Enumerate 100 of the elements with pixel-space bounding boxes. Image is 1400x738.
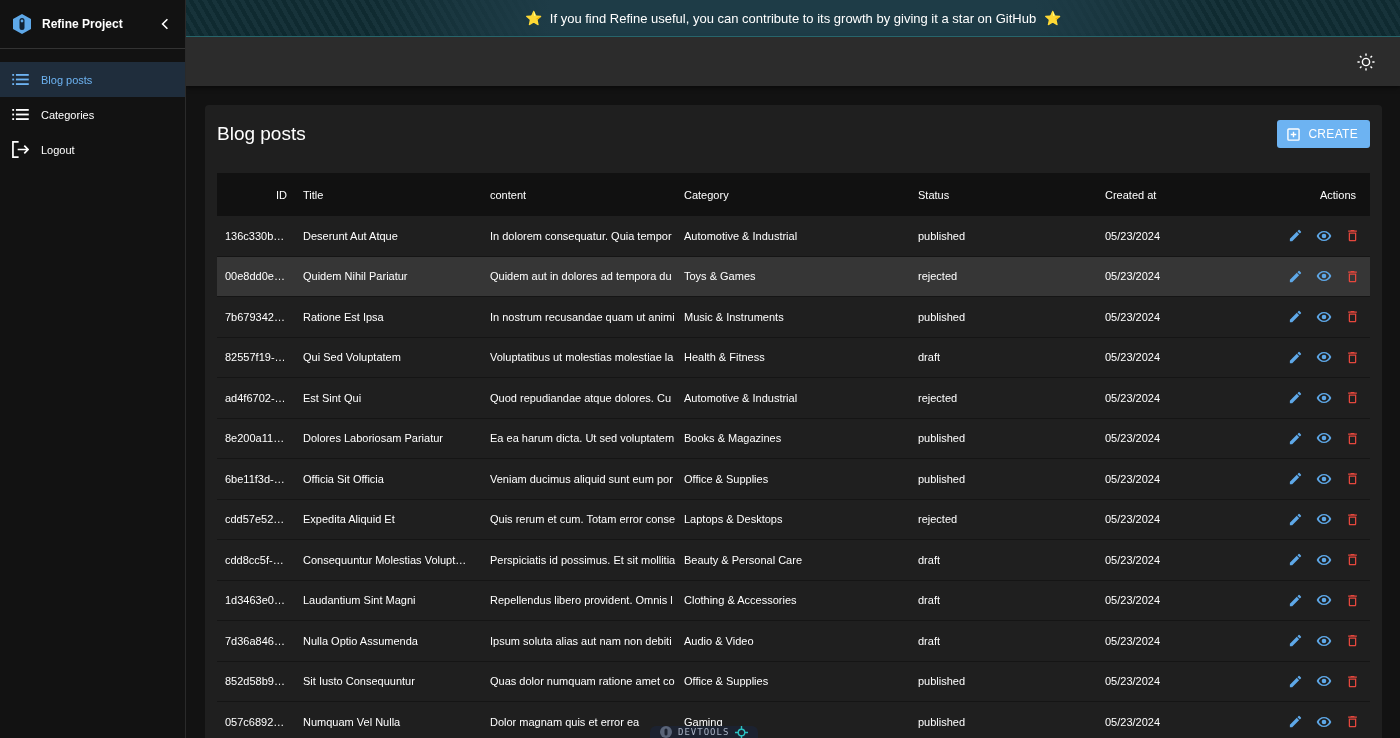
table-cell: Quas dolor numquam ratione amet co [490,675,675,688]
table-cell: Gaming [684,715,723,728]
table-cell: Health & Fitness [684,351,765,364]
edit-icon[interactable] [1288,309,1303,325]
column-header[interactable]: Actions [1260,188,1370,201]
add-icon [1287,127,1301,141]
table-cell: Quidem Nihil Pariatur [303,270,408,283]
delete-icon[interactable] [1345,552,1360,568]
star-icon: ⭐ [524,10,542,26]
edit-icon[interactable] [1288,714,1303,730]
column-header[interactable]: Status [918,188,1105,201]
edit-icon[interactable] [1288,268,1303,284]
table-cell: Expedita Aliquid Et [303,513,395,526]
devtools-button[interactable]: DEVTOOLS [650,726,759,738]
table-cell: rejected [918,270,958,283]
list-icon [12,109,29,120]
table-cell: Music & Instruments [684,310,784,323]
table-cell-text: 1d3463e0… [224,594,285,607]
delete-icon[interactable] [1345,673,1360,689]
table-cell-text: cdd57e52… [224,513,285,526]
delete-icon[interactable] [1345,714,1360,730]
table-cell-text: 7d36a846… [224,634,285,647]
table-cell: 05/23/2024 [1105,229,1161,242]
theme-toggle-icon[interactable] [1357,52,1375,71]
table-cell: Automotive & Industrial [684,391,798,404]
table-cell: rejected [918,513,958,526]
sidebar-item[interactable]: Blog posts [0,62,185,97]
star-icon: ⭐ [1044,10,1062,26]
table-cell-text: 7b679342… [224,310,285,323]
table-cell: Office & Supplies [684,472,769,485]
delete-icon[interactable] [1345,228,1360,244]
edit-icon[interactable] [1288,228,1303,244]
table-cell: Automotive & Industrial [684,229,798,242]
table-cell: published [918,229,966,242]
table-cell: Officia Sit Officia [303,472,384,485]
delete-icon[interactable] [1345,268,1360,284]
delete-icon[interactable] [1345,390,1360,406]
column-header[interactable]: Created at [1105,188,1260,201]
delete-icon[interactable] [1345,511,1360,527]
table-cell: Quis rerum et cum. Totam error conse [490,513,676,526]
table-cell: Books & Magazines [684,432,782,445]
table-cell: published [918,472,966,485]
table-cell: published [918,432,966,445]
table-cell: draft [918,634,940,647]
edit-icon[interactable] [1288,390,1303,406]
table-cell: published [918,715,966,728]
table-cell: Numquam Vel Nulla [303,715,401,728]
table-cell-text: 6be11f3d-… [224,472,285,485]
edit-icon[interactable] [1288,633,1303,649]
table-cell-text: 00e8dd0e… [224,270,285,283]
table-cell: Beauty & Personal Care [684,553,802,566]
delete-icon[interactable] [1345,349,1360,365]
table-cell: 05/23/2024 [1105,675,1161,688]
table-cell-text: 82557f19-… [224,351,286,364]
column-header[interactable]: content [490,188,684,201]
table-cell: Dolores Laboriosam Pariatur [303,432,443,445]
edit-icon[interactable] [1288,511,1303,527]
table-cell: Quidem aut in dolores ad tempora du [490,270,672,283]
table-cell: 05/23/2024 [1105,553,1161,566]
edit-icon[interactable] [1288,552,1303,568]
devtools-logo-icon [660,726,672,738]
table-cell: draft [918,351,940,364]
page-title: Blog posts [217,123,306,145]
table-cell: draft [918,594,940,607]
table-cell: rejected [918,391,958,404]
table-cell: 05/23/2024 [1105,715,1161,728]
column-header[interactable]: Category [684,188,918,201]
table-cell: 05/23/2024 [1105,351,1161,364]
sidebar-item[interactable]: Logout [0,132,185,167]
edit-icon[interactable] [1288,471,1303,487]
table-cell: Deserunt Aut Atque [303,229,398,242]
table-cell: In dolorem consequatur. Quia tempor [490,229,672,242]
edit-icon[interactable] [1288,592,1303,608]
sidebar-item[interactable]: Categories [0,97,185,132]
table-cell: Audio & Video [684,634,754,647]
edit-icon[interactable] [1288,430,1303,446]
banner-text: If you find Refine useful, you can contribute to its growth by giving it a star on GitHub [549,10,1037,26]
table-cell: In nostrum recusandae quam ut animi [490,310,675,323]
table-cell: 05/23/2024 [1105,472,1161,485]
delete-icon[interactable] [1345,633,1360,649]
table-row[interactable]: 00e8dd0e… Quidem Nihil Pariatur Quidem aut in dolores ad tempora du Toys & Games rejected 05/23/2024 [217,256,1370,297]
column-header[interactable]: ID [217,188,303,201]
table-cell: 05/23/2024 [1105,310,1161,323]
table-cell: 05/23/2024 [1105,513,1161,526]
edit-icon[interactable] [1288,673,1303,689]
edit-icon[interactable] [1288,349,1303,365]
delete-icon[interactable] [1345,592,1360,608]
list-icon [12,74,29,85]
column-header[interactable]: Title [303,188,490,201]
delete-icon[interactable] [1345,309,1360,325]
delete-icon[interactable] [1345,471,1360,487]
delete-icon[interactable] [1345,430,1360,446]
table-cell: Sit Iusto Consequuntur [303,675,415,688]
table-cell: Laudantium Sint Magni [303,594,416,607]
table-cell: Dolor magnam quis et error ea [490,715,640,728]
collapse-icon[interactable] [161,18,169,30]
table-cell: Ipsum soluta alias aut nam non debiti [490,634,672,647]
table-cell: Ratione Est Ipsa [303,310,384,323]
table-cell: Toys & Games [684,270,756,283]
table-cell: Consequuntur Molestias Volupt… [303,553,467,566]
